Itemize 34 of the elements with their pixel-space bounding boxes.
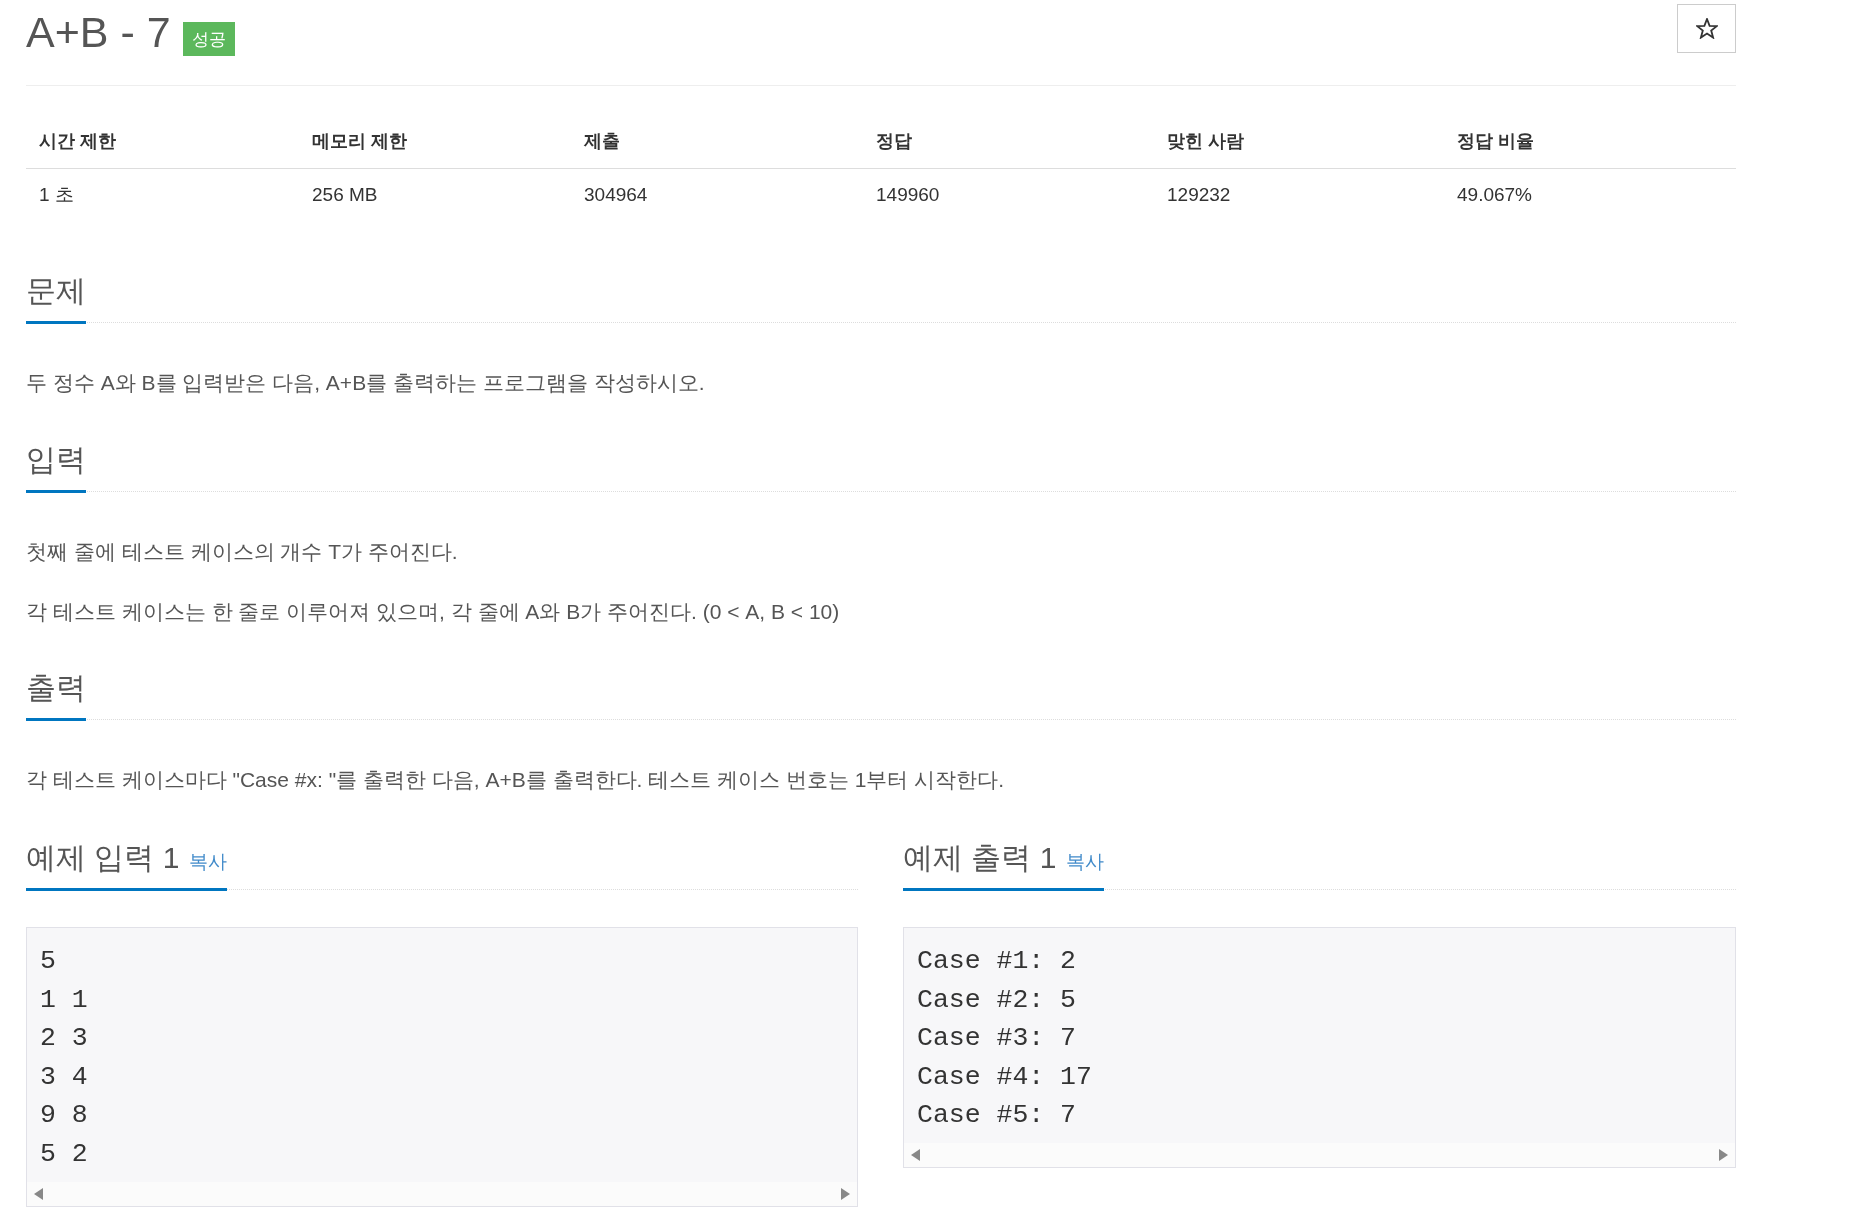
favorite-button[interactable] bbox=[1677, 4, 1736, 53]
column-header: 맞힌 사람 bbox=[1154, 114, 1444, 169]
column-header: 메모리 제한 bbox=[299, 114, 571, 169]
section-heading: 출력 bbox=[26, 670, 86, 706]
table-cell-text: 149960 bbox=[875, 183, 941, 207]
table-cell-text: 304964 bbox=[583, 183, 649, 207]
sample-heading: 예제 입력 1 bbox=[26, 840, 180, 876]
scroll-right-icon[interactable] bbox=[841, 1187, 850, 1200]
sample-text: Case #1: 2 Case #2: 5 Case #3: 7 Case #4: 17 Case #5: 7 bbox=[916, 945, 1093, 1133]
horizontal-scrollbar[interactable] bbox=[27, 1181, 857, 1206]
table-cell-text: 129232 bbox=[1166, 183, 1232, 207]
table-cell-text: 49.067% bbox=[1456, 183, 1533, 207]
copy-link[interactable]: 복사 bbox=[1066, 849, 1105, 875]
section-heading: 입력 bbox=[26, 442, 86, 478]
problem-text: 각 테스트 케이스는 한 줄로 이루어져 있으며, 각 줄에 A와 B가 주어진다. (0 < A, B < 10) bbox=[26, 599, 841, 625]
problem-text: 두 정수 A와 B를 입력받은 다음, A+B를 출력하는 프로그램을 작성하시오. bbox=[26, 370, 706, 396]
table-cell-text: 256 MB bbox=[311, 183, 379, 207]
problem-title: A+B - 7 bbox=[26, 7, 171, 58]
sample-heading: 예제 출력 1 bbox=[903, 840, 1057, 876]
status-badge: 성공 bbox=[182, 22, 235, 56]
column-header: 시간 제한 bbox=[26, 114, 299, 169]
column-header: 제출 bbox=[571, 114, 863, 169]
sample-text: 5 1 1 2 3 3 4 9 8 5 2 bbox=[39, 945, 89, 1171]
section-heading: 문제 bbox=[26, 273, 86, 309]
scroll-left-icon[interactable] bbox=[911, 1148, 920, 1161]
copy-link[interactable]: 복사 bbox=[189, 849, 228, 875]
problem-text: 첫째 줄에 테스트 케이스의 개수 T가 주어진다. bbox=[26, 539, 459, 565]
table-cell-text: 1 초 bbox=[38, 183, 75, 207]
column-header: 정답 bbox=[863, 114, 1154, 169]
scroll-left-icon[interactable] bbox=[34, 1187, 43, 1200]
problem-text: 각 테스트 케이스마다 "Case #x: "를 출력한 다음, A+B를 출력한다. 테스트 케이스 번호는 1부터 시작한다. bbox=[26, 767, 1006, 793]
horizontal-scrollbar[interactable] bbox=[904, 1142, 1735, 1167]
scroll-right-icon[interactable] bbox=[1719, 1148, 1728, 1161]
column-header: 정답 비율 bbox=[1444, 114, 1736, 169]
